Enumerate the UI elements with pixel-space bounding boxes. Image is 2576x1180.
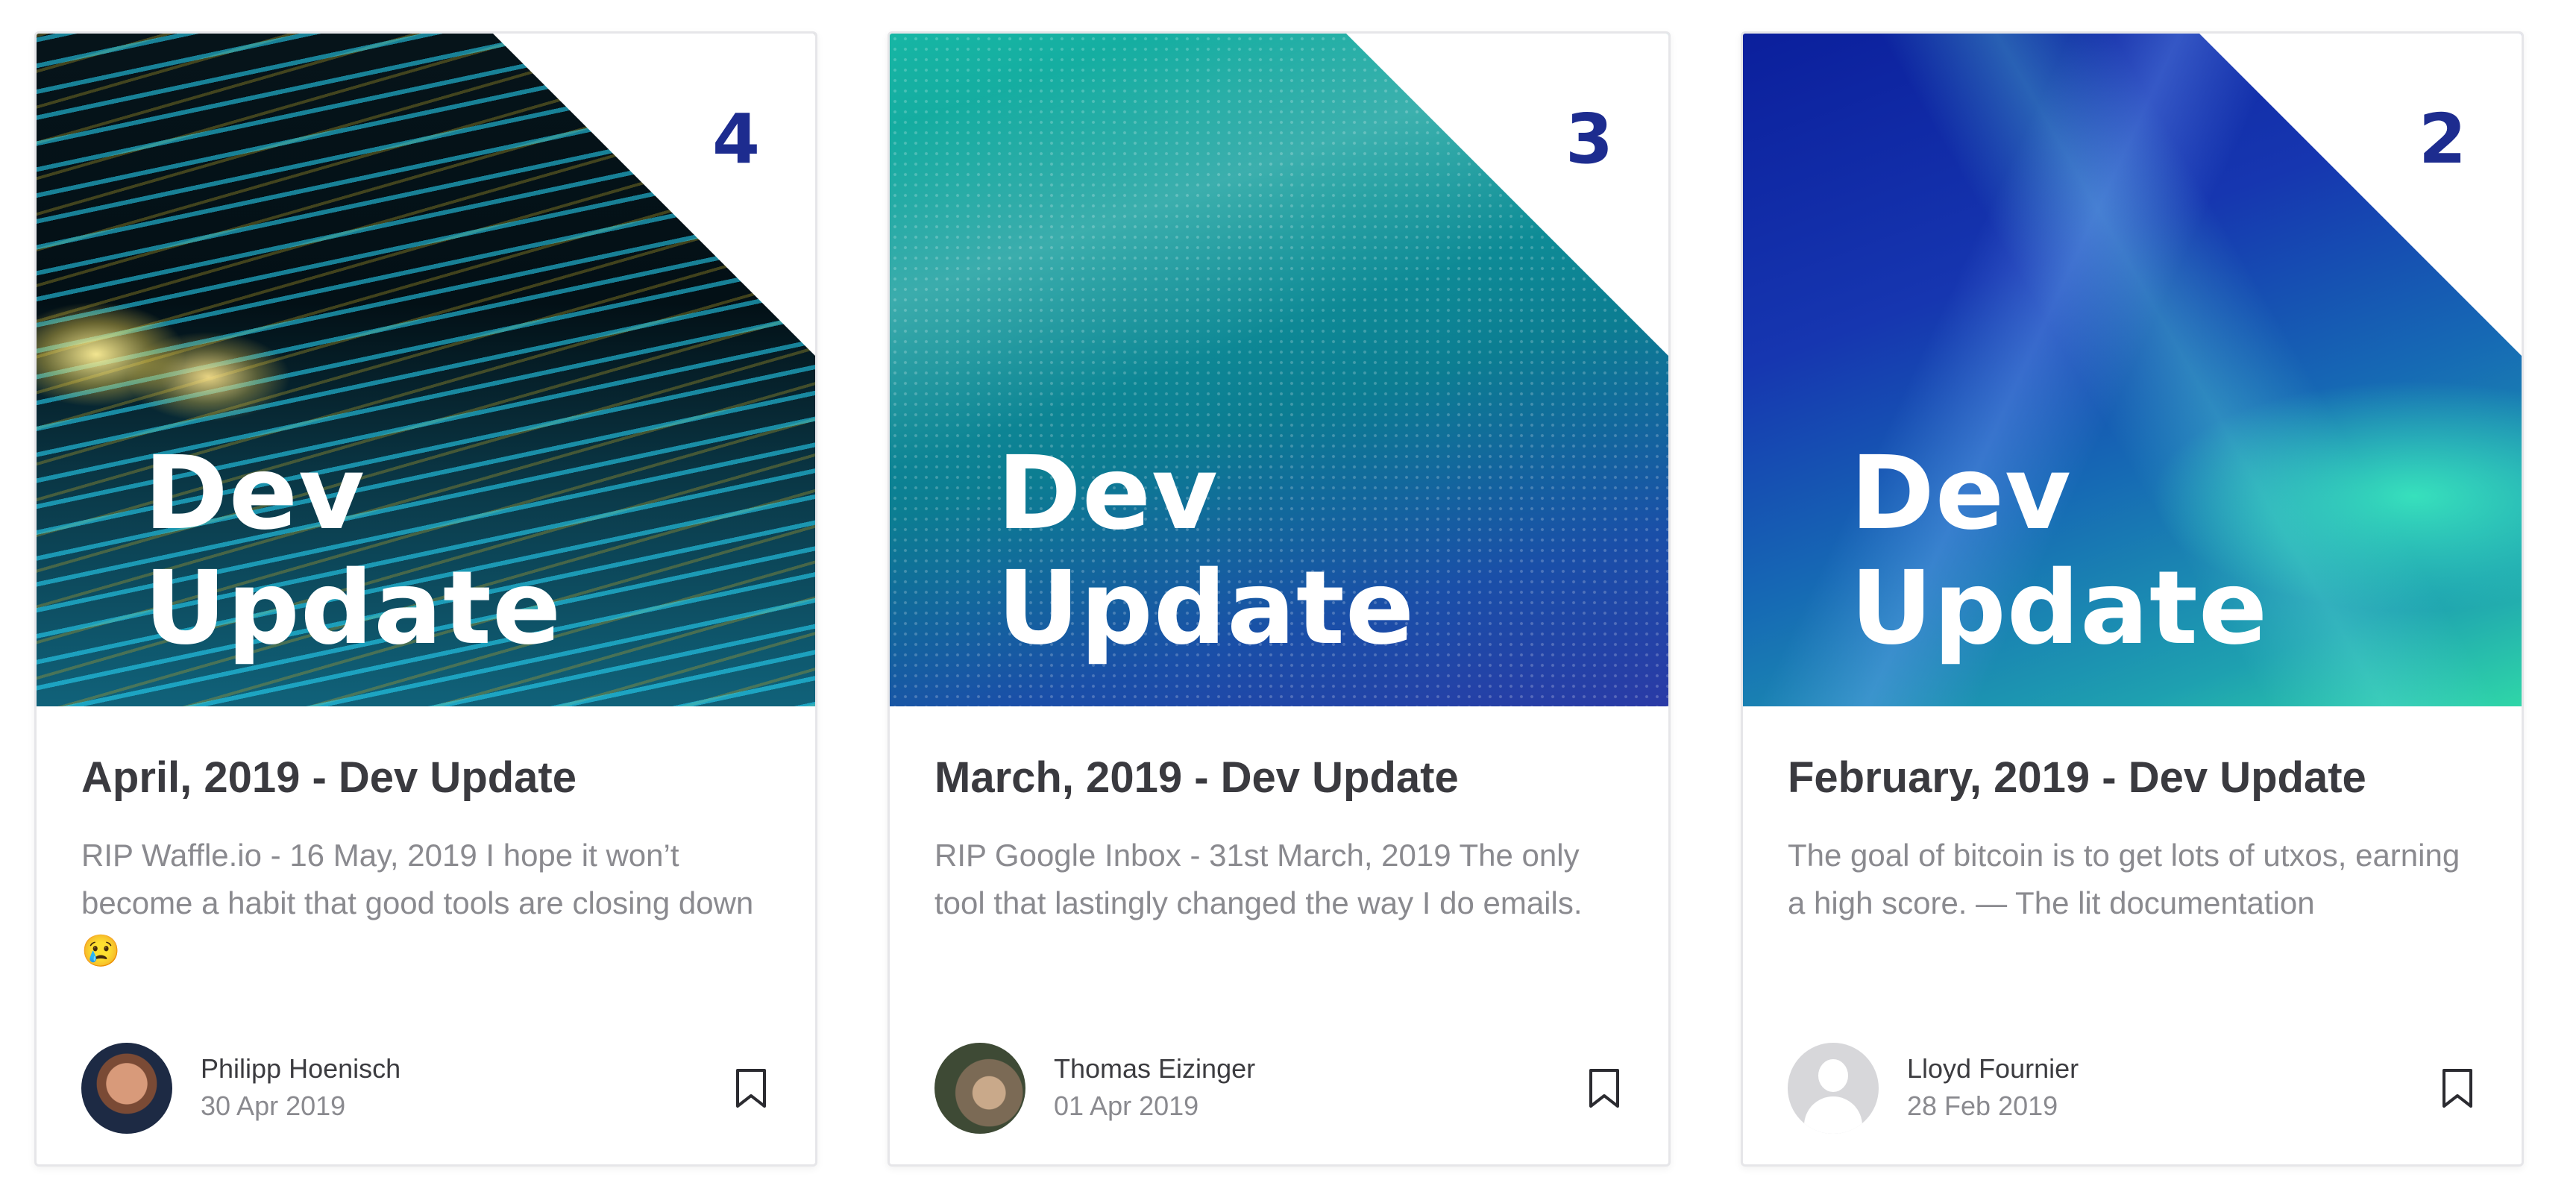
bookmark-icon[interactable] — [2438, 1065, 2477, 1111]
cover-title: Dev Update — [997, 436, 1415, 666]
bookmark-icon[interactable] — [1585, 1065, 1624, 1111]
avatar-shoulders — [1804, 1096, 1862, 1134]
author-avatar[interactable] — [81, 1043, 172, 1134]
post-date: 28 Feb 2019 — [1907, 1090, 2058, 1121]
post-meta: Lloyd Fournier 28 Feb 2019 — [1907, 1051, 2079, 1126]
avatar-head — [1818, 1059, 1848, 1092]
post-title[interactable]: March, 2019 - Dev Update — [934, 751, 1624, 805]
post-excerpt: RIP Waffle.io - 16 May, 2019 I hope it w… — [81, 838, 754, 968]
post-title[interactable]: February, 2019 - Dev Update — [1788, 751, 2477, 805]
author-avatar[interactable] — [934, 1043, 1025, 1134]
cover-title-line: Dev — [144, 435, 365, 553]
cover-title-line: Dev — [997, 435, 1219, 553]
issue-number: 2 — [2418, 99, 2466, 179]
issue-number: 3 — [1565, 99, 1613, 179]
cover-title-line: Dev — [1850, 435, 2072, 553]
post-meta: Philipp Hoenisch 30 Apr 2019 — [201, 1051, 400, 1126]
cover-title-line: Update — [144, 550, 562, 668]
post-footer: Philipp Hoenisch 30 Apr 2019 — [81, 1042, 770, 1135]
post-card[interactable]: 3 Dev Update March, 2019 - Dev Update RI… — [888, 31, 1671, 1167]
post-cover-image[interactable]: 2 Dev Update — [1743, 34, 2522, 706]
post-date: 01 Apr 2019 — [1054, 1090, 1199, 1121]
author-name[interactable]: Philipp Hoenisch — [201, 1051, 400, 1087]
cover-title: Dev Update — [144, 436, 562, 666]
post-card-body: February, 2019 - Dev Update The goal of … — [1743, 706, 2522, 927]
bookmark-icon[interactable] — [732, 1065, 770, 1111]
post-footer: Lloyd Fournier 28 Feb 2019 — [1788, 1042, 2477, 1135]
post-card[interactable]: 2 Dev Update February, 2019 - Dev Update… — [1741, 31, 2524, 1167]
post-cover-image[interactable]: 3 Dev Update — [890, 34, 1668, 706]
post-card[interactable]: 4 Dev Update April, 2019 - Dev Update RI… — [34, 31, 817, 1167]
author-name[interactable]: Lloyd Fournier — [1907, 1051, 2079, 1087]
post-card-body: March, 2019 - Dev Update RIP Google Inbo… — [890, 706, 1668, 927]
post-footer: Thomas Eizinger 01 Apr 2019 — [934, 1042, 1624, 1135]
default-avatar-icon[interactable] — [1788, 1043, 1879, 1134]
cover-title-line: Update — [997, 550, 1416, 668]
cover-title-line: Update — [1850, 550, 2269, 668]
post-excerpt: The goal of bitcoin is to get lots of ut… — [1788, 838, 2460, 920]
post-meta: Thomas Eizinger 01 Apr 2019 — [1054, 1051, 1255, 1126]
post-date: 30 Apr 2019 — [201, 1090, 346, 1121]
post-card-body: April, 2019 - Dev Update RIP Waffle.io -… — [37, 706, 815, 975]
post-cover-image[interactable]: 4 Dev Update — [37, 34, 815, 706]
issue-number: 4 — [711, 99, 760, 179]
author-name[interactable]: Thomas Eizinger — [1054, 1051, 1255, 1087]
post-card-grid: 4 Dev Update April, 2019 - Dev Update RI… — [34, 31, 2524, 1167]
post-excerpt: RIP Google Inbox - 31st March, 2019 The … — [934, 838, 1583, 920]
post-title[interactable]: April, 2019 - Dev Update — [81, 751, 770, 805]
cover-title: Dev Update — [1850, 436, 2268, 666]
